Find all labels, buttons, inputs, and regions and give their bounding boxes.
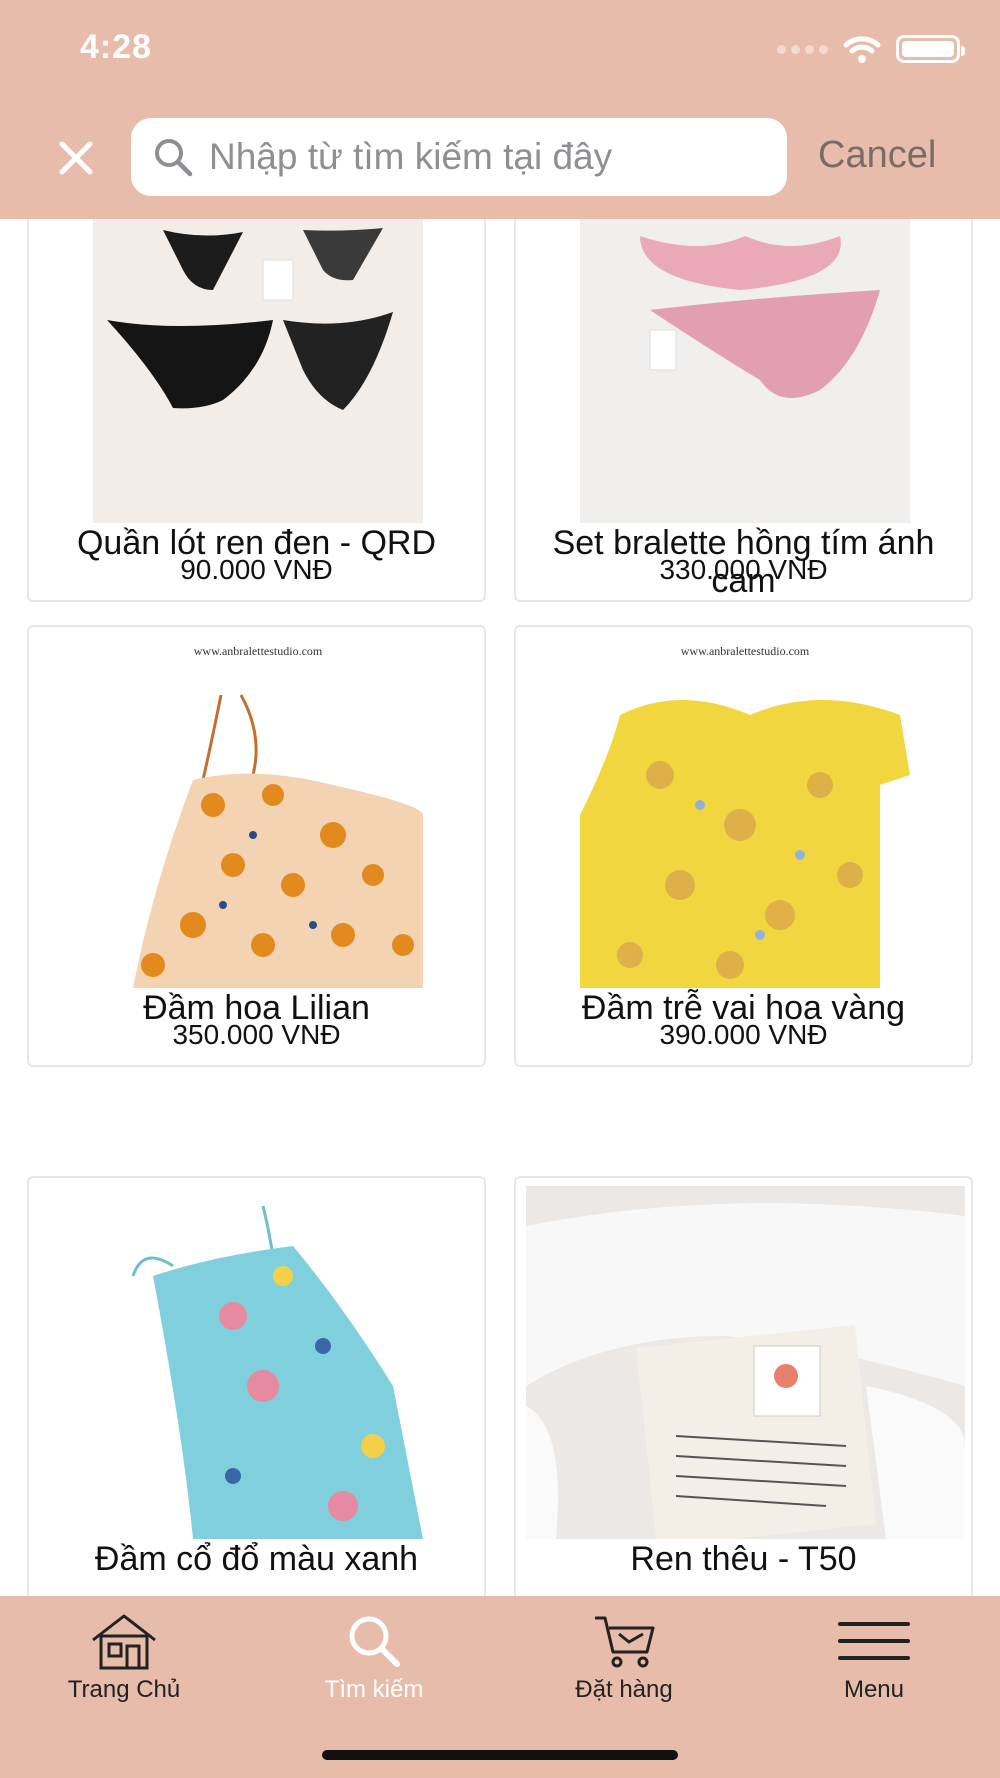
product-card[interactable]: www.anbralettestudio.com Đầm trễ vai hoa…	[514, 625, 973, 1067]
product-card[interactable]: Đầm cổ đổ màu xanh	[27, 1176, 486, 1596]
tab-label: Menu	[843, 1676, 905, 1703]
tab-home[interactable]: Trang Chủ	[24, 1612, 224, 1704]
wifi-icon	[843, 36, 881, 63]
tab-search[interactable]: Tìm kiếm	[274, 1612, 474, 1704]
svg-text:www.anbralettestudio.com: www.anbralettestudio.com	[681, 644, 810, 658]
product-price: 390.000 VNĐ	[659, 1019, 828, 1050]
bottom-tab-bar: Trang Chủ Tìm kiếm Đặt hàng Menu	[0, 1596, 1000, 1778]
product-card[interactable]: www.anbralettestudio.com Đầm hoa Lilian …	[27, 625, 486, 1067]
close-button[interactable]	[54, 136, 98, 180]
battery-icon	[896, 35, 965, 63]
product-title: Ren thêu - T50	[630, 1540, 857, 1578]
home-indicator	[322, 1750, 678, 1760]
product-title: Đầm cổ đổ màu xanh	[94, 1540, 419, 1578]
status-icons	[777, 34, 965, 64]
status-time: 4:28	[80, 28, 153, 66]
product-image	[526, 1186, 965, 1539]
menu-icon	[838, 1622, 910, 1660]
search-icon	[349, 1616, 400, 1667]
close-icon	[59, 141, 93, 175]
tab-label: Trang Chủ	[67, 1676, 181, 1703]
search-icon	[155, 139, 193, 177]
search-bar[interactable]	[131, 118, 787, 196]
search-header: 4:28 Cancel	[0, 0, 1000, 219]
product-card[interactable]: Set bralette hồng tím ánh cam 330.000 VN…	[514, 160, 973, 602]
tab-menu[interactable]: Menu	[774, 1612, 974, 1704]
cancel-button[interactable]: Cancel	[818, 134, 936, 177]
cart-icon	[595, 1616, 655, 1668]
product-card[interactable]: Quần lót ren đen - QRD 90.000 VNĐ	[27, 160, 486, 602]
tab-orders[interactable]: Đặt hàng	[524, 1612, 724, 1704]
product-price: 330.000 VNĐ	[659, 554, 828, 585]
svg-text:www.anbralettestudio.com: www.anbralettestudio.com	[194, 644, 323, 658]
product-image: www.anbralettestudio.com	[93, 635, 423, 988]
product-image	[580, 170, 910, 523]
search-input[interactable]	[209, 136, 769, 178]
product-grid[interactable]: Quần lót ren đen - QRD 90.000 VNĐ Set br…	[0, 160, 1000, 1596]
product-card[interactable]: Ren thêu - T50	[514, 1176, 973, 1596]
product-price: 350.000 VNĐ	[172, 1019, 341, 1050]
tab-label: Tìm kiếm	[324, 1676, 424, 1703]
product-price: 90.000 VNĐ	[180, 554, 333, 585]
signal-icon	[777, 44, 828, 54]
product-image: www.anbralettestudio.com	[580, 635, 910, 988]
tab-label: Đặt hàng	[575, 1676, 673, 1703]
product-image	[93, 170, 423, 523]
home-icon	[92, 1614, 156, 1670]
product-image	[93, 1186, 423, 1539]
